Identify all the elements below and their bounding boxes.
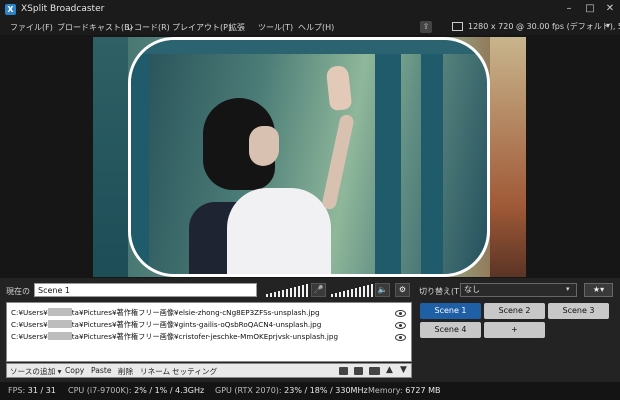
settings-button[interactable]: セッティング <box>172 366 217 377</box>
memory-status: Memory: 6727 MB <box>368 386 441 395</box>
scene-button-1[interactable]: Scene 1 <box>420 303 481 319</box>
app-logo-icon: X <box>5 4 16 15</box>
redacted-username <box>47 308 72 316</box>
maximize-button[interactable]: □ <box>583 2 597 16</box>
app-title: XSplit Broadcaster <box>21 4 105 14</box>
source-item[interactable]: C:¥Users¥ ta¥Pictures¥著作権フリー画像¥gints-gail… <box>11 320 321 331</box>
scene-button-2[interactable]: Scene 2 <box>484 303 545 319</box>
chevron-down-icon[interactable]: ▾ <box>566 285 570 293</box>
chevron-down-icon[interactable]: ▾ <box>606 21 610 30</box>
speaker-level-meter[interactable] <box>331 283 373 297</box>
window-frame-top <box>131 40 487 54</box>
source-path: ta¥Pictures¥著作権フリー画像¥elsie-zhong-cNg8EP3… <box>71 308 320 317</box>
source-path-prefix: C:¥Users¥ <box>11 320 48 329</box>
speaker-icon[interactable]: 🔈 <box>375 283 390 297</box>
close-button[interactable]: ✕ <box>603 2 617 16</box>
share-icon[interactable]: ⇪ <box>420 21 432 33</box>
copy-button[interactable]: Copy <box>65 366 84 375</box>
eye-visibility-icon[interactable] <box>395 310 406 317</box>
monitor-icon <box>452 22 463 31</box>
menu-record[interactable]: レコード(R) <box>126 22 170 33</box>
source-path-prefix: C:¥Users¥ <box>11 332 48 341</box>
layout-icon[interactable] <box>369 367 380 375</box>
source-path: ta¥Pictures¥著作権フリー画像¥cristofer-jeschke-M… <box>71 332 339 341</box>
menu-broadcast[interactable]: ブロードキャスト(B) <box>57 22 133 33</box>
source-item[interactable]: C:¥Users¥ ta¥Pictures¥著作権フリー画像¥cristofer-… <box>11 332 338 343</box>
menu-help[interactable]: ヘルプ(H) <box>298 22 334 33</box>
add-source-button[interactable]: ソースの追加 ▾ <box>10 366 61 377</box>
paste-button[interactable]: Paste <box>91 366 112 375</box>
transition-effects-button[interactable]: ★▾ <box>584 283 613 297</box>
add-scene-button[interactable]: + <box>484 322 545 338</box>
source-toolbar: ソースの追加 ▾ Copy Paste 削除 リネーム セッティング ▲ ▼ <box>6 363 412 378</box>
person-hand <box>325 64 353 112</box>
source-list[interactable]: C:¥Users¥ ta¥Pictures¥著作権フリー画像¥elsie-zhon… <box>6 302 412 362</box>
transition-label: 切り替え(T) <box>419 287 463 296</box>
redacted-username <box>47 320 72 328</box>
background-image-right <box>490 37 526 277</box>
settings-gear-icon[interactable]: ⚙ <box>395 283 410 297</box>
source-item[interactable]: C:¥Users¥ ta¥Pictures¥著作権フリー画像¥elsie-zhon… <box>11 308 320 319</box>
move-up-icon[interactable]: ▲ <box>386 365 393 375</box>
scene-button-3[interactable]: Scene 3 <box>548 303 609 319</box>
transition-select[interactable]: なし <box>460 283 577 297</box>
rename-button[interactable]: リネーム <box>140 366 170 377</box>
lock-icon[interactable] <box>339 367 348 375</box>
fps-status: FPS: 31 / 31 <box>8 386 56 395</box>
minimize-button[interactable]: – <box>562 2 576 16</box>
window-frame-right <box>421 40 443 274</box>
person-arm <box>321 113 355 211</box>
menu-tools[interactable]: ツール(T) <box>258 22 293 33</box>
microphone-icon[interactable]: 🎤 <box>311 283 326 297</box>
window-frame-left <box>131 40 149 274</box>
move-down-icon[interactable]: ▼ <box>400 365 407 375</box>
mic-level-meter[interactable] <box>266 283 308 297</box>
source-path: ta¥Pictures¥著作権フリー画像¥gints-gailis-oQsbRo… <box>71 320 322 329</box>
scene-name-input[interactable]: Scene 1 <box>34 283 257 297</box>
scene-button-4[interactable]: Scene 4 <box>420 322 481 338</box>
menu-extensions[interactable]: 拡張 <box>229 22 245 33</box>
menu-playout[interactable]: プレイアウト(P) <box>172 22 231 33</box>
eye-visibility-icon[interactable] <box>395 334 406 341</box>
delete-button[interactable]: 削除 <box>118 366 133 377</box>
redacted-username <box>47 332 72 340</box>
gpu-status: GPU (RTX 2070): 23% / 18% / 330MHz <box>215 386 368 395</box>
fit-icon[interactable] <box>354 367 363 375</box>
source-path-prefix: C:¥Users¥ <box>11 308 48 317</box>
camera-source-frame[interactable] <box>128 37 490 277</box>
eye-visibility-icon[interactable] <box>395 322 406 329</box>
scene-preview[interactable] <box>93 37 526 277</box>
window-frame-center <box>375 40 401 274</box>
resolution-selector[interactable]: 1280 x 720 @ 30.00 fps (デフォルト), 50% <box>468 21 620 32</box>
background-image-left <box>93 37 128 277</box>
current-scene-label: 現在の <box>6 287 30 296</box>
person-face <box>249 126 279 166</box>
person-shirt <box>227 188 331 274</box>
cpu-status: CPU (i7-9700K): 2% / 1% / 4.3GHz <box>68 386 205 395</box>
menu-file[interactable]: ファイル(F) <box>10 22 53 33</box>
